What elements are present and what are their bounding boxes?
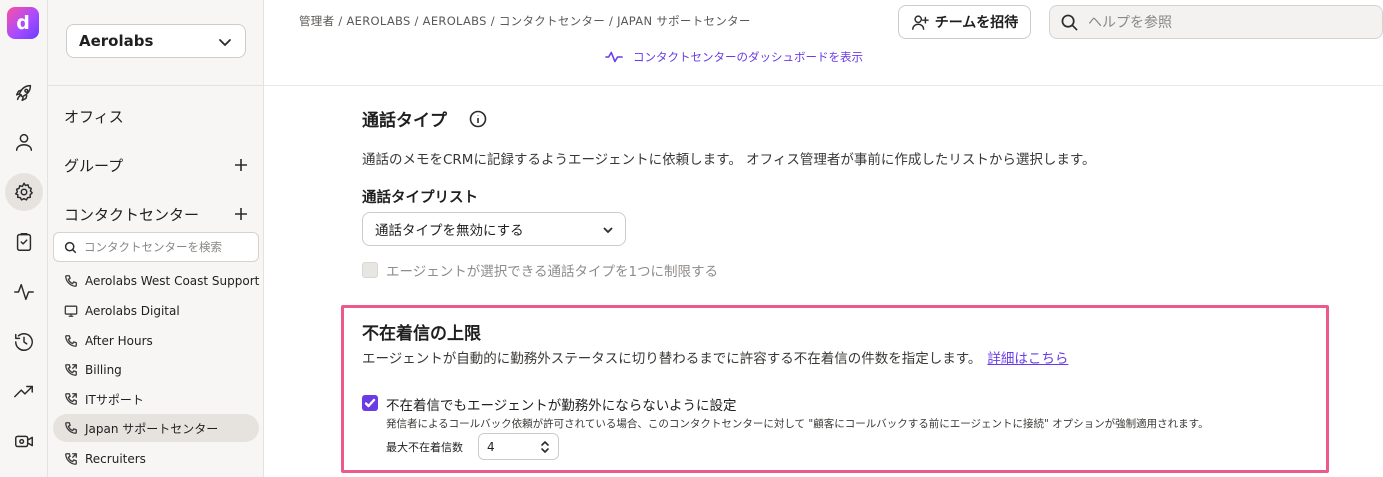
limit-call-type-label: エージェントが選択できる通話タイプを1つに制限する (386, 264, 719, 280)
search-icon (1061, 14, 1078, 31)
invite-team-label: チームを招待 (934, 15, 1019, 31)
contact-center-item[interactable]: After Hours (53, 327, 259, 355)
gear-icon (14, 182, 33, 201)
missed-calls-description: エージェントが自動的に勤務外ステータスに切り替わるまでに許容する不在着信の件数を… (362, 347, 1068, 367)
sidebar-divider (48, 85, 264, 86)
prevent-off-duty-sublabel: 発信者によるコールバック依頼が許可されている場合、このコンタクトセンターに対して… (386, 418, 1209, 430)
prevent-off-duty-label: 不在着信でもエージェントが勤務外にならないように設定 (386, 398, 737, 414)
video-icon (15, 435, 33, 448)
call-type-list-label: 通話タイプリスト (362, 190, 478, 206)
contact-center-item[interactable]: Billing (53, 356, 259, 384)
rail-item-video[interactable] (5, 422, 43, 460)
contact-center-label: ITサポート (85, 392, 144, 407)
contact-center-item[interactable]: Aerolabs West Coast Support (53, 267, 259, 295)
phone-forward-icon (65, 393, 77, 405)
search-icon (64, 241, 77, 254)
user-icon (15, 133, 33, 151)
app-root: d Aerolabs オフィス グループ コンタクトセンター コンタクトセンター… (0, 0, 1383, 477)
add-contact-center-button[interactable] (233, 206, 249, 222)
header-divider (264, 85, 1383, 86)
contact-center-search-input[interactable]: コンタクトセンターを検索 (53, 232, 259, 262)
trending-icon (14, 385, 33, 398)
rail-item-history[interactable] (5, 323, 43, 361)
settings-sidebar: Aerolabs オフィス グループ コンタクトセンター コンタクトセンターを検… (48, 0, 264, 477)
info-circle-icon (469, 110, 487, 128)
help-search-input[interactable]: ヘルプを参照 (1049, 5, 1383, 39)
monitor-icon (64, 305, 78, 317)
call-type-list-select[interactable]: 通話タイプを無効にする (362, 212, 626, 246)
phone-icon (65, 275, 77, 287)
plus-icon (235, 208, 247, 220)
logo-letter: d (16, 12, 30, 34)
help-search-placeholder: ヘルプを参照 (1088, 15, 1172, 31)
contact-center-label: Recruiters (85, 452, 146, 466)
rail-item-launch[interactable] (5, 74, 43, 112)
contact-center-label: After Hours (85, 334, 153, 348)
limit-call-type-checkbox[interactable] (362, 262, 378, 278)
prevent-off-duty-checkbox[interactable] (362, 395, 378, 411)
contact-center-item[interactable]: Aerolabs Digital (53, 297, 259, 325)
call-types-title: 通話タイプ (362, 111, 447, 131)
user-plus-icon (911, 15, 929, 30)
dashboard-link-label: コンタクトセンターのダッシュボードを表示 (633, 50, 863, 64)
missed-calls-title: 不在着信の上限 (362, 324, 481, 344)
activity-icon (14, 283, 34, 301)
sidebar-item-contact-centers[interactable]: コンタクトセンター (64, 204, 199, 225)
rocket-icon (15, 84, 32, 102)
missed-calls-description-text: エージェントが自動的に勤務外ステータスに切り替わるまでに許容する不在着信の件数を… (362, 351, 982, 367)
dashboard-link[interactable]: コンタクトセンターのダッシュボードを表示 (605, 49, 863, 65)
rail-item-settings[interactable] (5, 173, 43, 211)
rail-item-activity[interactable] (5, 273, 43, 311)
max-missed-calls-value: 4 (487, 439, 495, 454)
contact-center-item[interactable]: ITサポート (53, 385, 259, 413)
org-name: Aerolabs (79, 32, 154, 50)
add-group-button[interactable] (233, 157, 249, 173)
phone-icon (65, 335, 77, 347)
rail-item-analytics[interactable] (5, 373, 43, 411)
call-types-description: 通話のメモをCRMに記録するようエージェントに依頼します。 オフィス管理者が事前… (362, 152, 1096, 168)
app-logo[interactable]: d (7, 7, 39, 39)
contact-center-search-placeholder: コンタクトセンターを検索 (84, 240, 222, 254)
org-selector[interactable]: Aerolabs (66, 24, 246, 58)
nav-rail: d (0, 0, 48, 477)
phone-forward-icon (65, 453, 77, 465)
learn-more-link[interactable]: 詳細はこちら (987, 351, 1068, 367)
invite-team-button[interactable]: チームを招待 (898, 5, 1031, 39)
max-missed-calls-input[interactable]: 4 (478, 433, 559, 460)
sidebar-item-groups[interactable]: グループ (64, 155, 123, 176)
sidebar-item-office[interactable]: オフィス (64, 106, 124, 127)
contact-center-label: Billing (85, 363, 122, 377)
contact-center-item-selected[interactable]: Japan サポートセンター (53, 414, 259, 442)
plus-icon (235, 159, 247, 171)
info-icon[interactable] (469, 110, 487, 128)
activity-icon (605, 51, 623, 63)
history-icon (15, 333, 33, 351)
rail-item-profile[interactable] (5, 123, 43, 161)
clipboard-icon (16, 233, 32, 251)
contact-center-label: Aerolabs Digital (85, 304, 180, 318)
breadcrumb[interactable]: 管理者 / AEROLABS / AEROLABS / コンタクトセンター / … (299, 13, 751, 29)
contact-center-label: Japan サポートセンター (85, 421, 219, 436)
stepper-chevron-icon[interactable] (540, 440, 550, 454)
phone-icon (65, 422, 77, 434)
check-icon (364, 398, 376, 408)
chevron-down-icon (219, 39, 231, 46)
phone-forward-icon (65, 364, 77, 376)
contact-center-item[interactable]: Recruiters (53, 445, 259, 473)
chevron-down-icon (603, 227, 613, 234)
rail-item-tasks[interactable] (5, 223, 43, 261)
max-missed-calls-label: 最大不在着信数 (386, 441, 463, 454)
contact-center-label: Aerolabs West Coast Support (85, 274, 260, 288)
call-type-list-value: 通話タイプを無効にする (375, 223, 524, 239)
